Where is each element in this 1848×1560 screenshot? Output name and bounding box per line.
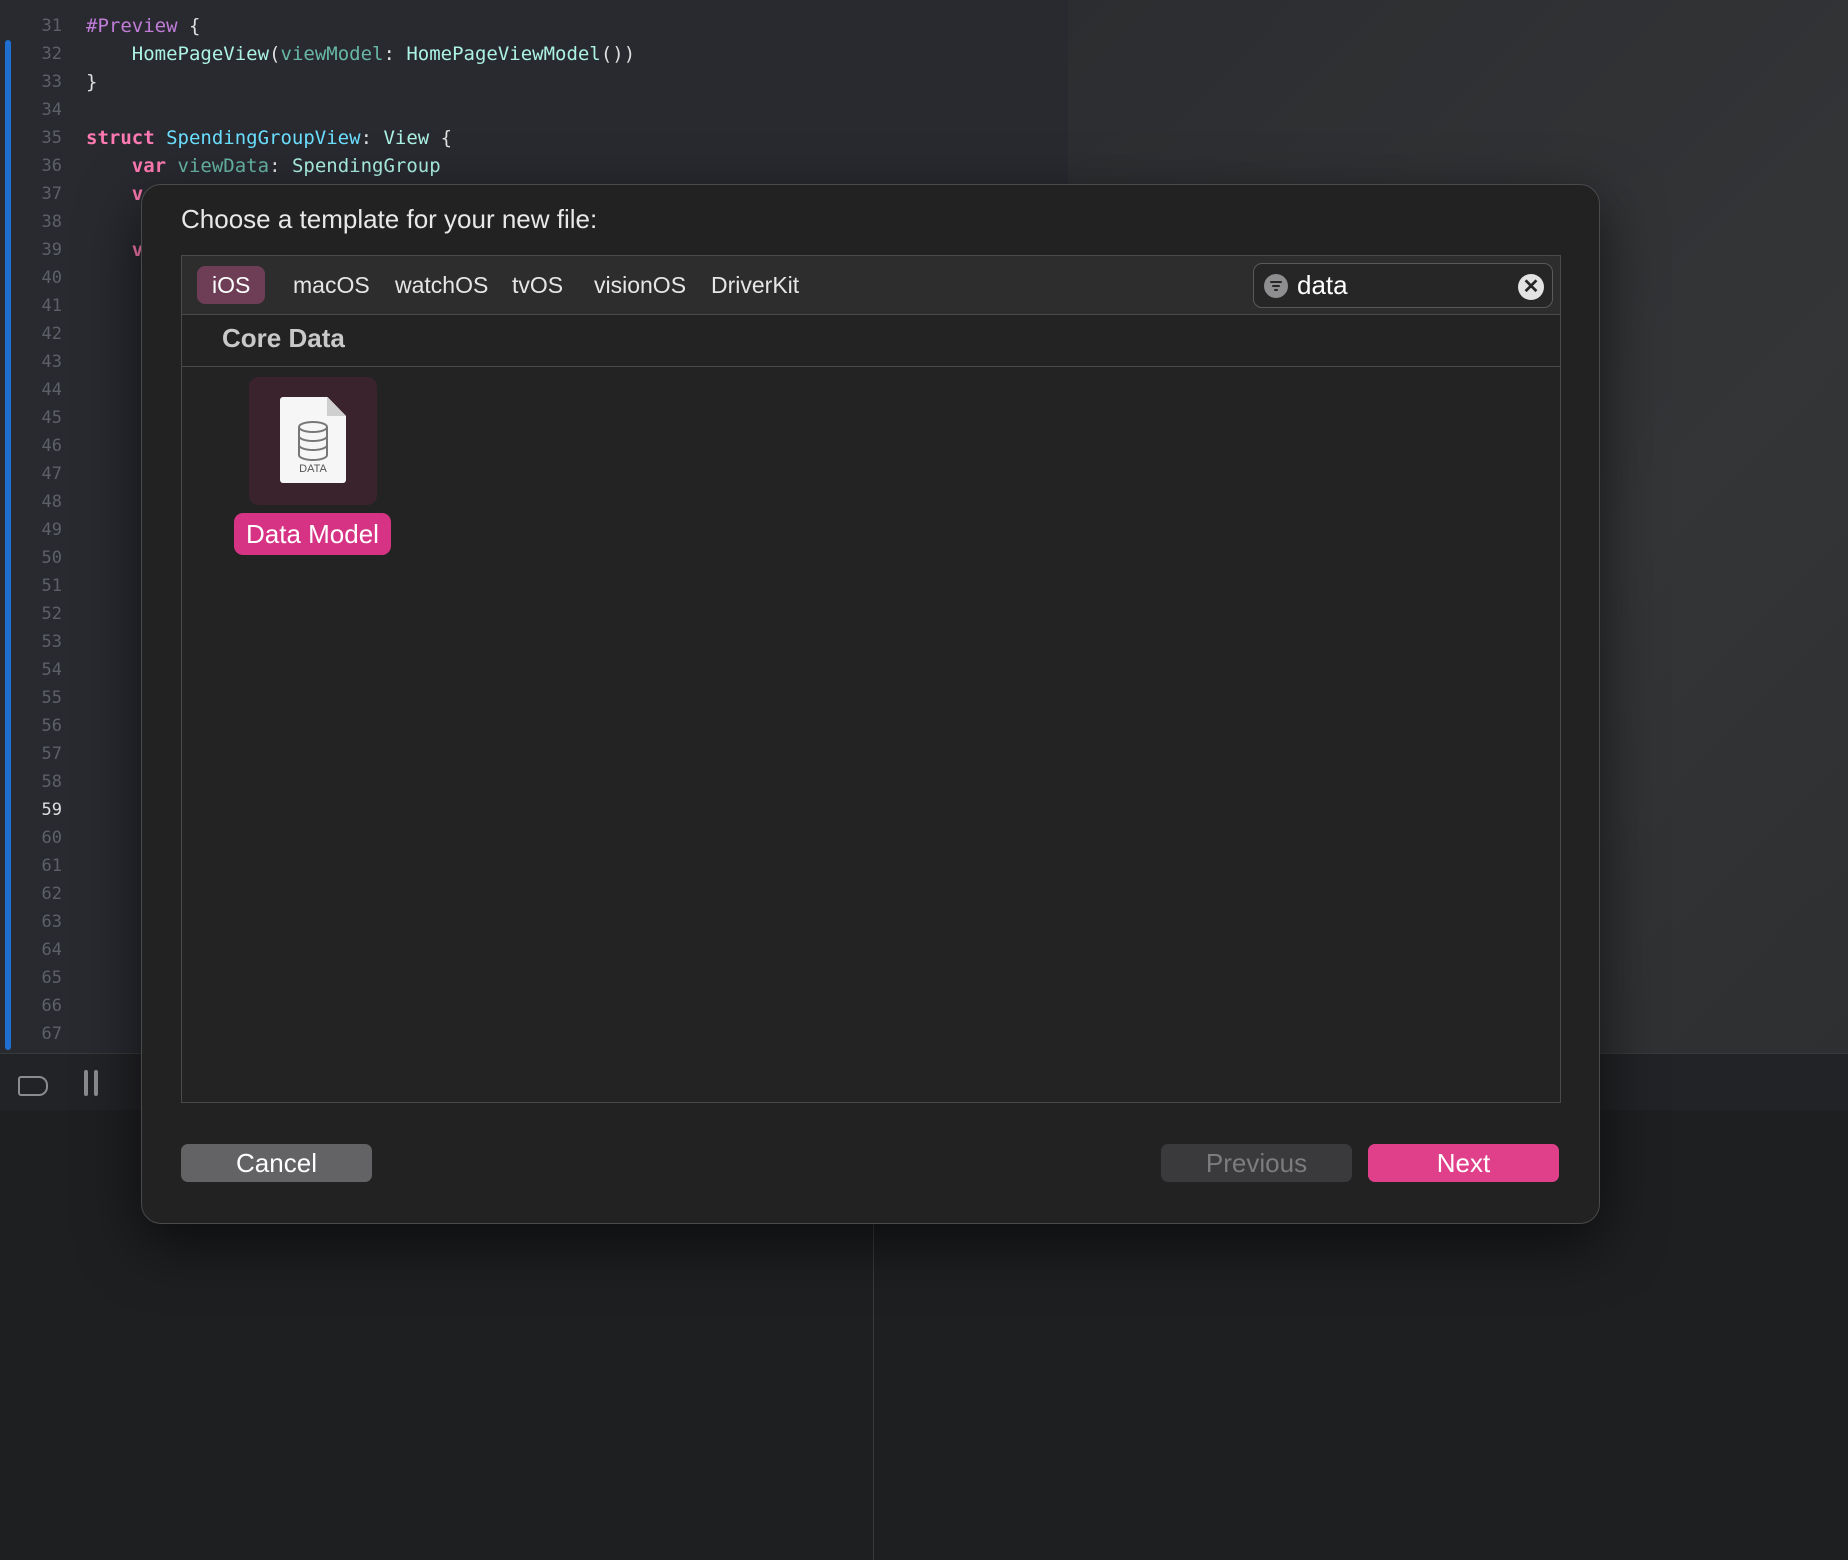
line-number: 52 (41, 604, 62, 624)
code-line: 33} (0, 68, 1060, 96)
line-number: 41 (41, 296, 62, 316)
cancel-button[interactable]: Cancel (181, 1144, 372, 1182)
line-number: 39 (41, 240, 62, 260)
line-number: 53 (41, 632, 62, 652)
tab-ios[interactable]: iOS (197, 266, 266, 304)
line-number: 65 (41, 968, 62, 988)
line-number: 37 (41, 184, 62, 204)
line-number: 67 (41, 1024, 62, 1044)
line-number: 35 (41, 128, 62, 148)
dialog-title: Choose a template for your new file: (181, 204, 598, 234)
code-text: var viewData: SpendingGroup (131, 155, 441, 177)
line-number: 59 (41, 800, 62, 820)
line-number: 36 (41, 156, 62, 176)
pause-icon[interactable] (84, 1070, 88, 1096)
template-name[interactable]: Data Model (234, 513, 391, 555)
code-text: } (86, 71, 98, 93)
code-line: 32 HomePageView(viewModel: HomePageViewM… (0, 40, 1060, 68)
line-number: 48 (41, 492, 62, 512)
line-number: 64 (41, 940, 62, 960)
line-number: 43 (41, 352, 62, 372)
template-grid: DATA Data Model (182, 367, 1560, 1102)
tab-driverkit[interactable]: DriverKit (696, 266, 814, 304)
section-title: Core Data (222, 323, 345, 353)
code-text: v (131, 183, 144, 205)
clear-icon[interactable]: ✕ (1518, 274, 1544, 300)
tab-visionos[interactable]: visionOS (579, 266, 701, 304)
code-text: struct SpendingGroupView: View { (86, 127, 453, 149)
next-button[interactable]: Next (1368, 1144, 1559, 1182)
template-chooser: iOS macOS watchOS tvOS visionOS DriverKi… (181, 255, 1561, 1103)
code-text: v (131, 239, 144, 261)
line-number: 61 (41, 856, 62, 876)
line-number: 51 (41, 576, 62, 596)
tab-tvos[interactable]: tvOS (497, 266, 578, 304)
line-number: 42 (41, 324, 62, 344)
line-number: 44 (41, 380, 62, 400)
line-number: 49 (41, 520, 62, 540)
template-icon-selection: DATA (249, 377, 377, 505)
code-text: HomePageView(viewModel: HomePageViewMode… (131, 43, 636, 65)
database-icon (298, 421, 328, 461)
platform-tab-bar: iOS macOS watchOS tvOS visionOS DriverKi… (182, 256, 1560, 315)
line-number: 63 (41, 912, 62, 932)
hide-debug-area-icon[interactable] (18, 1076, 48, 1096)
code-line: 36 var viewData: SpendingGroup (0, 152, 1060, 180)
line-number: 60 (41, 828, 62, 848)
line-number: 40 (41, 268, 62, 288)
line-number: 45 (41, 408, 62, 428)
line-number: 47 (41, 464, 62, 484)
line-number: 32 (41, 44, 62, 64)
filter-icon[interactable] (1264, 274, 1288, 298)
new-file-template-dialog: Choose a template for your new file: iOS… (141, 184, 1600, 1224)
line-number: 57 (41, 744, 62, 764)
line-number: 50 (41, 548, 62, 568)
tab-watchos[interactable]: watchOS (380, 266, 503, 304)
line-number: 38 (41, 212, 62, 232)
line-number: 31 (41, 16, 62, 36)
code-text: #Preview { (86, 15, 201, 37)
line-number: 56 (41, 716, 62, 736)
tab-macos[interactable]: macOS (278, 266, 385, 304)
search-field[interactable]: data ✕ (1253, 263, 1553, 308)
code-line: 35 struct SpendingGroupView: View { (0, 124, 1060, 152)
line-number: 34 (41, 100, 62, 120)
search-input[interactable]: data (1297, 268, 1348, 302)
line-number: 54 (41, 660, 62, 680)
previous-button[interactable]: Previous (1161, 1144, 1352, 1182)
file-icon-label: DATA (299, 463, 327, 475)
code-line: 31 #Preview { (0, 12, 1060, 40)
line-number: 33 (41, 72, 62, 92)
code-line: 34 (0, 96, 1060, 124)
section-header: Core Data (182, 315, 1560, 367)
line-number: 46 (41, 436, 62, 456)
line-number: 55 (41, 688, 62, 708)
page-fold-icon (327, 397, 346, 416)
line-number: 62 (41, 884, 62, 904)
line-number: 66 (41, 996, 62, 1016)
line-number: 58 (41, 772, 62, 792)
